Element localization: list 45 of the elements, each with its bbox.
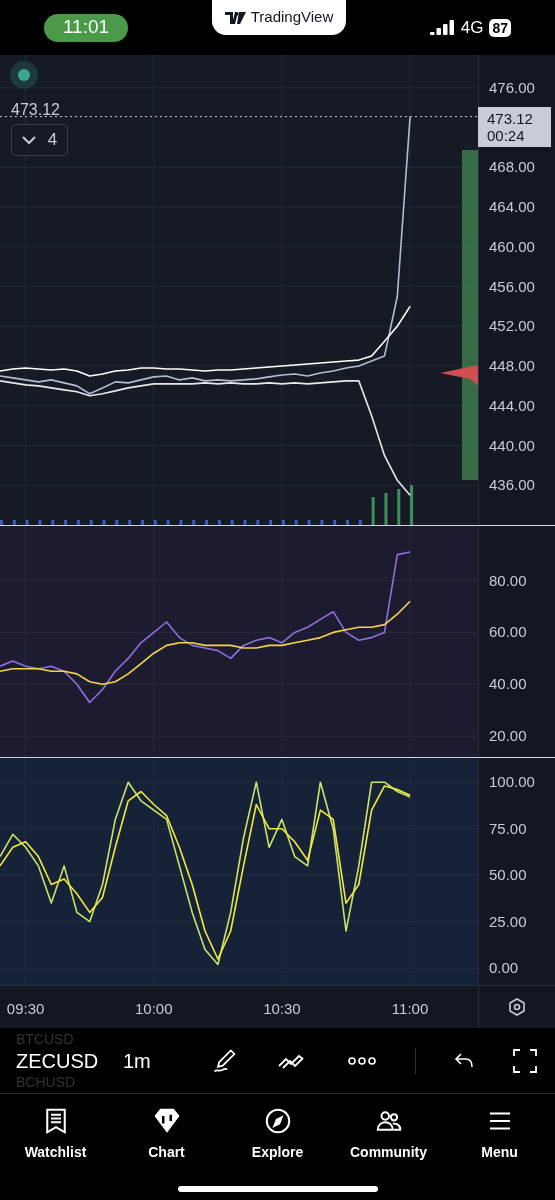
axis-label: 436.00 <box>489 477 535 493</box>
axis-label: 468.00 <box>489 159 535 175</box>
tab-bar-item[interactable]: Chart <box>111 1106 222 1176</box>
axis-label: 464.00 <box>489 199 535 214</box>
axis-label: 25.00 <box>489 913 527 929</box>
axis-label: 100.00 <box>489 774 535 790</box>
symbol-selector[interactable]: ZECUSD <box>16 1046 105 1075</box>
axis-label: 460.00 <box>489 238 535 254</box>
axis-label: 20.00 <box>489 728 527 744</box>
bar-countdown: 00:24 <box>487 126 526 144</box>
status-time: 11:01 <box>44 13 128 42</box>
tab-bar-item[interactable]: Explore <box>222 1106 333 1176</box>
more-icon[interactable] <box>346 1055 377 1066</box>
axis-label: 444.00 <box>489 397 535 413</box>
tab-bar-item[interactable]: Watchlist <box>0 1106 111 1176</box>
time-label: 11:00 <box>391 999 429 1019</box>
axis-label: 60.00 <box>489 624 527 640</box>
chevron-down-icon <box>21 135 36 145</box>
axis-label: 476.00 <box>489 79 535 95</box>
axis-label: 440.00 <box>489 437 535 453</box>
network-label: 4G <box>460 16 484 39</box>
axis-label: 40.00 <box>489 676 527 692</box>
signal-icon <box>429 20 455 35</box>
tab-bar-item[interactable]: Community <box>333 1106 444 1176</box>
app-title: TradingView <box>250 7 334 28</box>
axis-label: 50.00 <box>489 867 527 883</box>
axis-label: 80.00 <box>489 572 527 588</box>
time-label: 10:00 <box>135 999 173 1019</box>
logo-icon <box>224 11 247 24</box>
time-label: 09:30 <box>6 999 45 1019</box>
interval-button[interactable]: 1m <box>123 1045 151 1076</box>
last-price: 473.12 <box>487 109 534 127</box>
axis-label: 452.00 <box>489 318 535 334</box>
indicators-toggle[interactable]: 4 <box>11 124 68 156</box>
axis-label: 456.00 <box>489 278 535 294</box>
axis-label: 0.00 <box>489 960 519 976</box>
fullscreen-icon[interactable] <box>511 1047 538 1074</box>
undo-icon[interactable] <box>453 1051 474 1070</box>
settings-icon[interactable] <box>507 997 527 1017</box>
axis-label: 448.00 <box>489 358 535 373</box>
time-label: 10:30 <box>263 999 301 1019</box>
battery-level: 87 <box>489 18 511 37</box>
axis-label: 75.00 <box>489 820 527 836</box>
tab-bar-item[interactable]: Menu <box>444 1106 555 1176</box>
legend-value: 473.12 <box>11 100 60 120</box>
